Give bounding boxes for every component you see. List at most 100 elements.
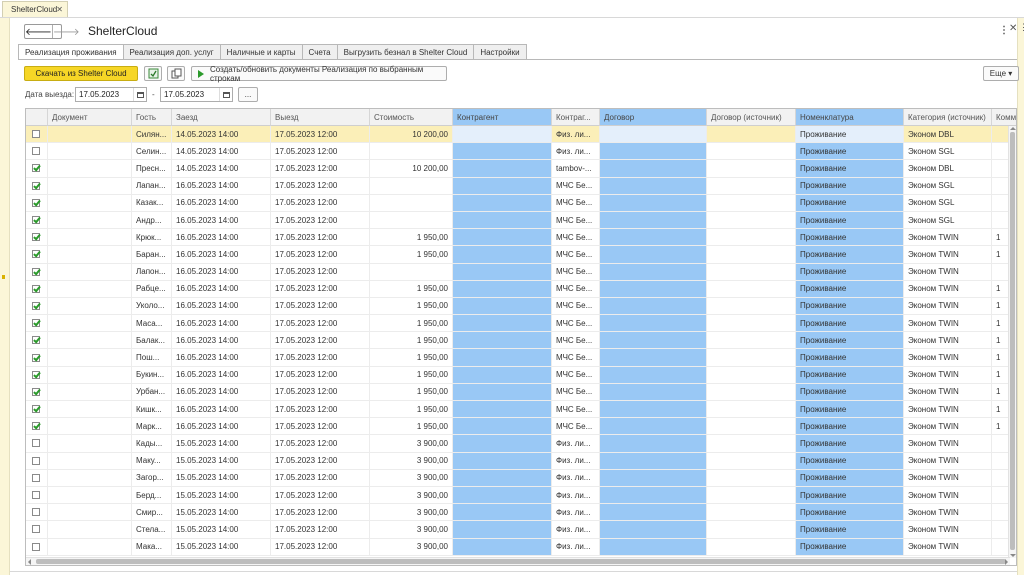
cell-category[interactable]: Эконом TWIN bbox=[904, 383, 992, 400]
header-category-source[interactable]: Категория (источник) bbox=[904, 109, 992, 126]
row-checkbox[interactable] bbox=[32, 130, 40, 139]
cell-contract-source[interactable] bbox=[707, 160, 796, 177]
cell-document[interactable] bbox=[48, 383, 132, 400]
more-button[interactable]: Еще ▾ bbox=[983, 66, 1019, 81]
cell-counterparty[interactable] bbox=[453, 332, 552, 349]
cell-guest[interactable]: Пош... bbox=[132, 349, 172, 366]
table-row[interactable]: Маса... 16.05.2023 14:00 17.05.2023 12:00 1… bbox=[26, 315, 1016, 333]
kebab-menu-icon[interactable]: ⋮ bbox=[999, 25, 1009, 36]
row-checkbox[interactable] bbox=[32, 267, 40, 276]
cell-guest[interactable]: Казак... bbox=[132, 194, 172, 211]
cell-contract-source[interactable] bbox=[707, 383, 796, 400]
calendar-icon[interactable] bbox=[133, 88, 146, 101]
cell-category[interactable]: Эконом TWIN bbox=[904, 486, 992, 504]
cell-guest[interactable]: Крюк... bbox=[132, 229, 172, 246]
cell-counterparty[interactable] bbox=[453, 177, 552, 194]
cell-counterparty[interactable] bbox=[453, 435, 552, 452]
header-contract-source[interactable]: Договор (источник) bbox=[707, 109, 796, 126]
cell-document[interactable] bbox=[48, 521, 132, 538]
row-checkbox[interactable] bbox=[32, 216, 40, 225]
cell-contract[interactable] bbox=[600, 332, 707, 349]
period-select-button[interactable]: ... bbox=[238, 87, 258, 102]
cell-contract[interactable] bbox=[600, 469, 707, 486]
cell-nomenclature[interactable]: Проживание bbox=[796, 401, 904, 418]
cell-counterparty[interactable] bbox=[453, 418, 552, 435]
cell-nomenclature[interactable]: Проживание bbox=[796, 297, 904, 315]
cell-guest[interactable]: Кишк... bbox=[132, 401, 172, 418]
cell-counterparty[interactable] bbox=[453, 143, 552, 160]
header-document[interactable]: Документ bbox=[48, 109, 132, 126]
cell-contract[interactable] bbox=[600, 160, 707, 177]
cell-contract-source[interactable] bbox=[707, 126, 796, 143]
cell-document[interactable] bbox=[48, 126, 132, 143]
cell-document[interactable] bbox=[48, 349, 132, 366]
cell-checkout[interactable]: 17.05.2023 12:00 bbox=[271, 332, 370, 349]
row-checkbox[interactable] bbox=[32, 473, 40, 482]
cell-cost[interactable]: 1 950,00 bbox=[370, 315, 453, 332]
cell-checkout[interactable]: 17.05.2023 12:00 bbox=[271, 521, 370, 538]
cell-counterparty[interactable] bbox=[453, 349, 552, 366]
table-row[interactable]: Уколо... 16.05.2023 14:00 17.05.2023 12:00… bbox=[26, 297, 1016, 316]
cell-cost[interactable]: 10 200,00 bbox=[370, 160, 453, 177]
row-checkbox[interactable] bbox=[32, 164, 40, 173]
cell-checkout[interactable]: 17.05.2023 12:00 bbox=[271, 349, 370, 366]
cell-checkout[interactable]: 17.05.2023 12:00 bbox=[271, 263, 370, 280]
cell-guest[interactable]: Уколо... bbox=[132, 297, 172, 315]
cell-nomenclature[interactable]: Проживание bbox=[796, 177, 904, 194]
cell-cost[interactable] bbox=[370, 143, 453, 160]
cell-category[interactable]: Эконом TWIN bbox=[904, 452, 992, 469]
cell-contract-source[interactable] bbox=[707, 486, 796, 504]
row-checkbox[interactable] bbox=[32, 336, 40, 345]
table-row[interactable]: Лапон... 16.05.2023 14:00 17.05.2023 12:00… bbox=[26, 263, 1016, 281]
cell-cost[interactable]: 1 950,00 bbox=[370, 383, 453, 400]
cell-nomenclature[interactable]: Проживание bbox=[796, 143, 904, 160]
cell-checkin[interactable]: 16.05.2023 14:00 bbox=[172, 280, 271, 297]
header-checkin[interactable]: Заезд bbox=[172, 109, 271, 126]
cell-category[interactable]: Эконом TWIN bbox=[904, 297, 992, 315]
cell-nomenclature[interactable]: Проживание bbox=[796, 435, 904, 452]
cell-document[interactable] bbox=[48, 504, 132, 521]
cell-cost[interactable]: 1 950,00 bbox=[370, 418, 453, 435]
cell-contract[interactable] bbox=[600, 126, 707, 143]
cell-contract-source[interactable] bbox=[707, 211, 796, 229]
tab-realization-stay[interactable]: Реализация проживания bbox=[18, 44, 124, 60]
cell-contract-source[interactable] bbox=[707, 418, 796, 435]
row-checkbox[interactable] bbox=[32, 181, 40, 190]
cell-counterparty-source[interactable]: Физ. ли... bbox=[552, 504, 600, 521]
header-comment[interactable]: Комм... bbox=[992, 109, 1016, 126]
cell-category[interactable]: Эконом SGL bbox=[904, 143, 992, 160]
cell-contract[interactable] bbox=[600, 486, 707, 504]
cell-guest[interactable]: Мака... bbox=[132, 538, 172, 555]
cell-nomenclature[interactable]: Проживание bbox=[796, 211, 904, 229]
cell-checkin[interactable]: 16.05.2023 14:00 bbox=[172, 246, 271, 263]
row-checkbox[interactable] bbox=[32, 525, 40, 534]
cell-counterparty-source[interactable]: МЧС Бе... bbox=[552, 246, 600, 263]
cell-document[interactable] bbox=[48, 280, 132, 297]
cell-category[interactable]: Эконом SGL bbox=[904, 211, 992, 229]
kebab-menu-icon[interactable]: ⋮ bbox=[1019, 22, 1024, 33]
row-checkbox[interactable] bbox=[32, 284, 40, 293]
cell-checkout[interactable]: 17.05.2023 12:00 bbox=[271, 246, 370, 263]
row-checkbox[interactable] bbox=[32, 387, 40, 396]
cell-counterparty-source[interactable]: МЧС Бе... bbox=[552, 211, 600, 229]
cell-cost[interactable]: 1 950,00 bbox=[370, 229, 453, 246]
cell-checkout[interactable]: 17.05.2023 12:00 bbox=[271, 177, 370, 194]
cell-counterparty[interactable] bbox=[453, 452, 552, 469]
close-icon[interactable]: ✕ bbox=[1009, 23, 1017, 34]
cell-contract-source[interactable] bbox=[707, 435, 796, 452]
tab-cash-cards[interactable]: Наличные и карты bbox=[219, 44, 303, 59]
cell-checkout[interactable]: 17.05.2023 12:00 bbox=[271, 452, 370, 469]
cell-contract[interactable] bbox=[600, 504, 707, 521]
cell-contract[interactable] bbox=[600, 297, 707, 315]
cell-checkin[interactable]: 16.05.2023 14:00 bbox=[172, 315, 271, 332]
cell-counterparty-source[interactable]: МЧС Бе... bbox=[552, 366, 600, 383]
cell-guest[interactable]: Загор... bbox=[132, 469, 172, 486]
cell-counterparty-source[interactable]: МЧС Бе... bbox=[552, 194, 600, 211]
cell-checkin[interactable]: 16.05.2023 14:00 bbox=[172, 263, 271, 280]
cell-contract-source[interactable] bbox=[707, 349, 796, 366]
table-row[interactable]: Маку... 15.05.2023 14:00 17.05.2023 12:00 3… bbox=[26, 452, 1016, 470]
header-nomenclature[interactable]: Номенклатура bbox=[796, 109, 904, 126]
cell-guest[interactable]: Марк... bbox=[132, 418, 172, 435]
cell-checkout[interactable]: 17.05.2023 12:00 bbox=[271, 280, 370, 297]
row-checkbox[interactable] bbox=[32, 353, 40, 362]
